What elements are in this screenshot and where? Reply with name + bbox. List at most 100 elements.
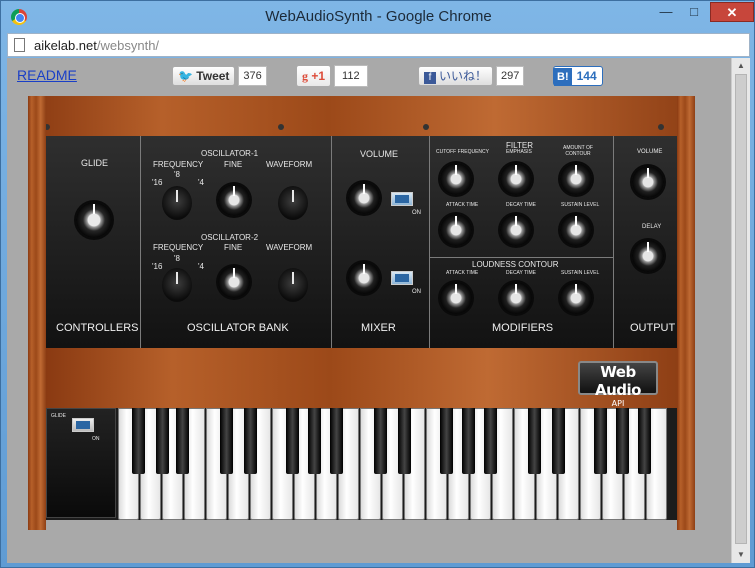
output-volume-label: VOLUME [637, 149, 663, 155]
address-bar[interactable]: aikelab.net/websynth/ [7, 33, 750, 57]
black-key[interactable] [374, 408, 387, 474]
black-key[interactable] [528, 408, 541, 474]
gplus-label: +1 [311, 69, 326, 83]
tweet-button[interactable]: 🐦 Tweet [172, 66, 236, 86]
cutoff-label: CUTOFF FREQUENCY [436, 149, 489, 155]
black-key[interactable] [244, 408, 257, 474]
url-host: aikelab.net [34, 38, 97, 53]
mixer-volume-2-knob[interactable] [348, 262, 380, 294]
osc1-range-4: '4 [198, 178, 204, 187]
loudness-sustain-knob[interactable] [560, 282, 592, 314]
fb-count: 297 [496, 66, 525, 86]
black-key[interactable] [330, 408, 343, 474]
amount-knob[interactable] [560, 163, 592, 195]
black-key[interactable] [484, 408, 497, 474]
web-audio-api-badge: Web Audio API [578, 361, 658, 408]
gplus-g-icon: g [302, 69, 308, 83]
facebook-icon: f [424, 72, 436, 84]
glide-switch-panel: GLIDE ON [46, 408, 116, 518]
tweet-widget[interactable]: 🐦 Tweet 376 [172, 66, 267, 86]
maximize-button[interactable]: □ [681, 2, 707, 22]
readme-link[interactable]: README [17, 67, 77, 83]
tweet-label: Tweet [196, 69, 230, 83]
page-icon [14, 38, 25, 52]
osc1-label: OSCILLATOR-1 [201, 149, 259, 158]
black-key[interactable] [594, 408, 607, 474]
osc1-frequency-knob[interactable] [162, 186, 192, 220]
osc1-frequency-label: FREQUENCY [153, 160, 204, 169]
black-key[interactable] [176, 408, 189, 474]
osc1-fine-label: FINE [224, 160, 243, 169]
output-volume-knob[interactable] [632, 166, 664, 198]
black-key[interactable] [156, 408, 169, 474]
filter-attack-knob[interactable] [440, 214, 472, 246]
black-key[interactable] [638, 408, 651, 474]
gplus-count: 112 [334, 65, 368, 87]
black-key[interactable] [440, 408, 453, 474]
hatena-count: 144 [576, 69, 597, 83]
loudness-attack-knob[interactable] [440, 282, 472, 314]
filter-decay-label: DECAY TIME [506, 202, 537, 208]
osc1-range-16: '16 [152, 178, 163, 187]
twitter-bird-icon: 🐦 [178, 69, 193, 83]
mixer-section-label: MIXER [361, 322, 396, 334]
scroll-down-icon[interactable]: ▼ [732, 547, 750, 563]
delay-label: DELAY [642, 224, 662, 230]
filter-decay-knob[interactable] [500, 214, 532, 246]
filter-sustain-label: SUSTAIN LEVEL [561, 202, 600, 208]
gplus-widget[interactable]: g +1 112 [296, 65, 368, 87]
black-key[interactable] [552, 408, 565, 474]
glide-knob[interactable] [76, 202, 112, 238]
black-key[interactable] [462, 408, 475, 474]
mixer-volume-1-knob[interactable] [348, 182, 380, 214]
screw [278, 124, 284, 130]
loudness-decay-knob[interactable] [500, 282, 532, 314]
osc2-frequency-knob[interactable] [162, 268, 192, 302]
black-key[interactable] [398, 408, 411, 474]
mixer-volume-label: VOLUME [360, 149, 399, 159]
fb-label: いいね！ [439, 69, 488, 83]
close-button[interactable]: ✕ [710, 2, 754, 22]
osc1-waveform-knob[interactable] [278, 186, 308, 220]
hatena-button[interactable]: B! 144 [553, 66, 603, 86]
scroll-thumb[interactable] [735, 74, 747, 544]
black-key[interactable] [616, 408, 629, 474]
modifiers-section-label: MODIFIERS [492, 322, 554, 334]
filter-sustain-knob[interactable] [560, 214, 592, 246]
glide-switch-label: GLIDE [51, 413, 67, 419]
facebook-like-button[interactable]: f いいね！ [418, 66, 494, 86]
osc2-waveform-knob[interactable] [278, 268, 308, 302]
osc1-fine-knob[interactable] [218, 184, 250, 216]
mixer-osc2-toggle[interactable] [391, 271, 413, 285]
mixer-osc1-toggle[interactable] [391, 192, 413, 206]
vertical-scrollbar[interactable]: ▲ ▼ [731, 58, 750, 563]
delay-knob[interactable] [632, 240, 664, 272]
filter-attack-label: ATTACK TIME [446, 202, 479, 208]
glide-switch-on-label: ON [92, 436, 100, 442]
cutoff-knob[interactable] [440, 163, 472, 195]
loudness-contour-label: LOUDNESS CONTOUR [472, 260, 559, 269]
gplus-button[interactable]: g +1 [296, 65, 332, 87]
emphasis-knob[interactable] [500, 163, 532, 195]
osc2-fine-knob[interactable] [218, 266, 250, 298]
minimize-button[interactable]: — [653, 2, 679, 22]
black-key[interactable] [308, 408, 321, 474]
hatena-icon: B! [554, 68, 572, 86]
scroll-up-icon[interactable]: ▲ [732, 58, 750, 74]
black-key[interactable] [132, 408, 145, 474]
url[interactable]: aikelab.net/websynth/ [34, 38, 159, 53]
hatena-widget[interactable]: B! 144 [553, 66, 603, 86]
facebook-like-widget[interactable]: f いいね！ 297 [418, 66, 525, 86]
output-section-label: OUTPUT [630, 322, 676, 334]
control-panel: GLIDE CONTROLLERS OSCILLATOR-1 FREQUENCY… [46, 136, 677, 348]
osc1-waveform-label: WAVEFORM [266, 160, 313, 169]
loudness-attack-label: ATTACK TIME [446, 270, 479, 276]
keyboard[interactable] [118, 408, 677, 520]
glide-toggle[interactable] [72, 418, 94, 432]
right-wood-side [677, 96, 695, 530]
osc2-range-16: '16 [152, 262, 163, 271]
black-key[interactable] [286, 408, 299, 474]
black-key[interactable] [220, 408, 233, 474]
badge-title: Web Audio [595, 363, 641, 399]
glide-label: GLIDE [81, 158, 109, 168]
